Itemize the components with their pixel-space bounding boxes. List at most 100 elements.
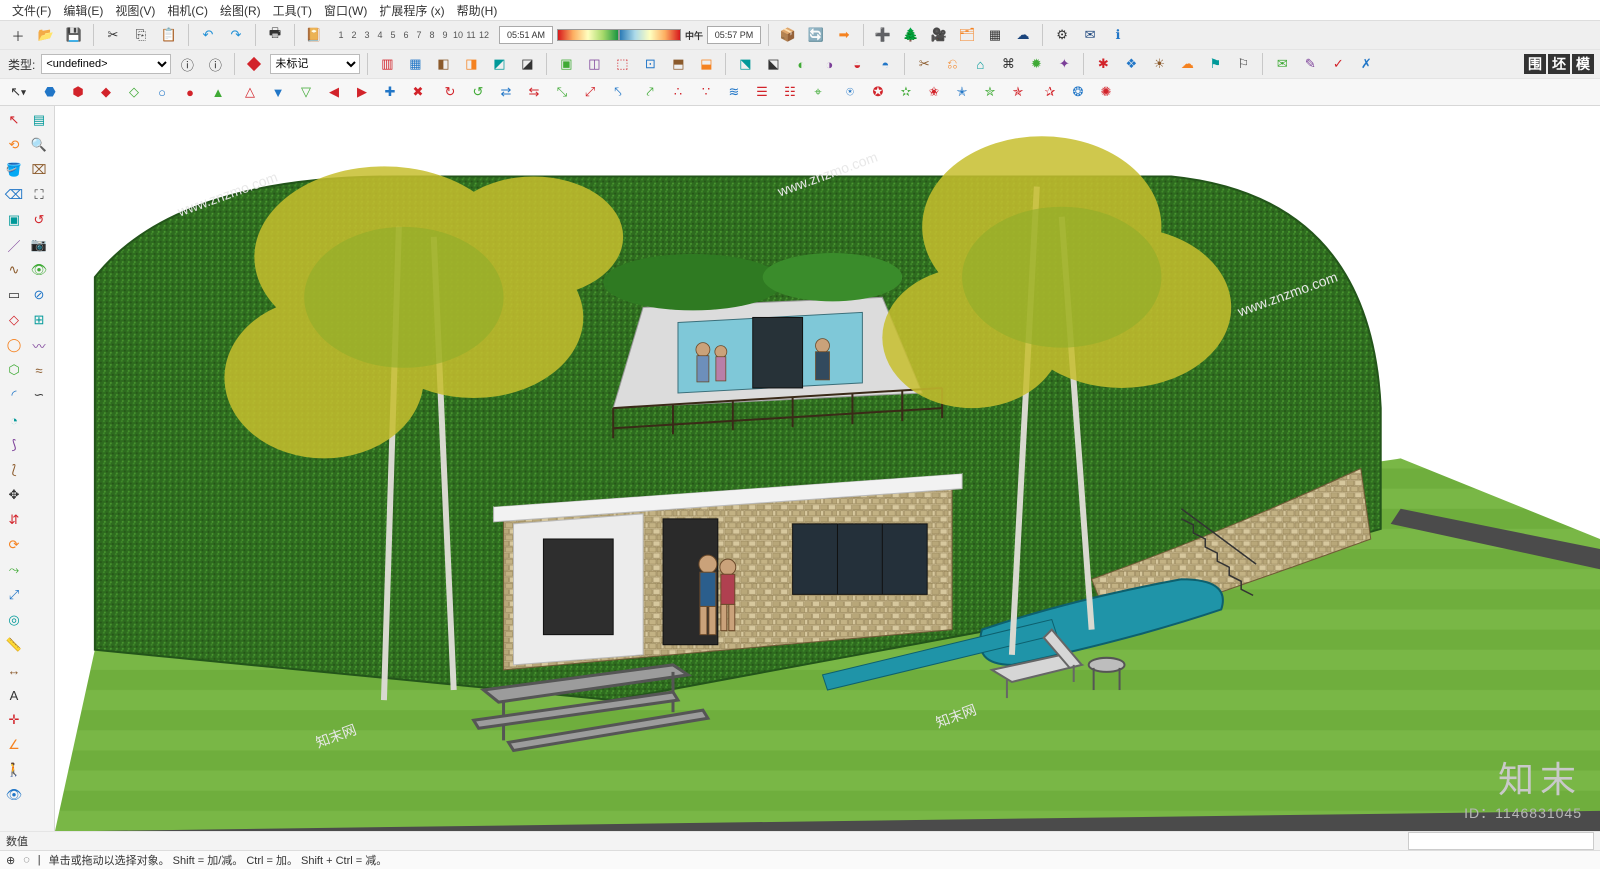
plugin26-icon[interactable]: ☰ [750,80,774,104]
select-icon[interactable]: ↖ [2,108,26,132]
component-icon[interactable]: ▣ [2,208,26,232]
intersect-icon[interactable]: ▣ [554,52,578,76]
ext-mail-icon[interactable]: ✉ [1078,23,1102,47]
axes-icon[interactable]: ✛ [2,708,26,732]
print-icon[interactable]: 🖶 [263,23,287,47]
plugin9-icon[interactable]: ▼ [266,80,290,104]
plugin8-icon[interactable]: △ [238,80,262,104]
plugin30-icon[interactable]: ✪ [866,80,890,104]
eraser-icon[interactable]: ⌫ [2,183,26,207]
plugin6-icon[interactable]: ● [178,80,202,104]
text-icon[interactable]: A [2,683,26,707]
plugin4-icon[interactable]: ◇ [122,80,146,104]
position-camera-icon[interactable]: 📷 [27,233,51,257]
undo-icon[interactable]: ↶ [196,23,220,47]
rotated-rect-icon[interactable]: ◇ [2,308,26,332]
plugin35-icon[interactable]: ✯ [1006,80,1030,104]
sandbox-from-scratch-icon[interactable]: ⚑ [1203,52,1227,76]
plugin7-icon[interactable]: ▲ [206,80,230,104]
section-fill-icon[interactable]: ⎌ [940,52,964,76]
month-scale[interactable]: 123456789101112 [336,30,489,40]
offset-icon[interactable]: ◎ [2,608,26,632]
orbit-icon[interactable]: ⟲ [2,133,26,157]
plugin27-icon[interactable]: ☷ [778,80,802,104]
explode-icon[interactable]: ◨ [459,52,483,76]
type-select[interactable]: <undefined> [41,54,171,74]
sandbox2-icon[interactable]: ≈ [27,358,51,382]
plugin28-icon[interactable]: ⌖ [806,80,830,104]
outer-shell-icon[interactable]: ☀ [1147,52,1171,76]
arc3-icon[interactable]: ⟅ [2,458,26,482]
solid-split-icon[interactable]: ❖ [1119,52,1143,76]
model-info-icon[interactable]: 📔 [302,23,326,47]
status-geo-icon[interactable]: ⊕ [6,854,15,867]
scale-icon[interactable]: ⤢ [2,583,26,607]
plugin24-icon[interactable]: ∵ [694,80,718,104]
tag-color-icon[interactable] [242,52,266,76]
ext-plus-icon[interactable]: ➕ [871,23,895,47]
geo-icon[interactable]: ◐ [789,52,813,76]
shadows-icon[interactable]: ⬚ [610,52,634,76]
move-icon[interactable]: ✥ [2,483,26,507]
plugin18-icon[interactable]: ⇆ [522,80,546,104]
plugin2-icon[interactable]: ⬢ [66,80,90,104]
protractor-icon[interactable]: ∠ [2,733,26,757]
solid-union-icon[interactable]: ⌘ [996,52,1020,76]
plugin33-icon[interactable]: ✭ [950,80,974,104]
solid-subtract-icon[interactable]: ✹ [1024,52,1048,76]
plugin19-icon[interactable]: ⤡ [550,80,574,104]
entity-info-icon[interactable]: ⓘ [175,52,199,76]
export-icon[interactable]: ◒ [845,52,869,76]
plugin34-icon[interactable]: ✮ [978,80,1002,104]
plugin21-icon[interactable]: ⤣ [606,80,630,104]
plugin12-icon[interactable]: ▶ [350,80,374,104]
plugin1-icon[interactable]: ⬣ [38,80,62,104]
group-icon[interactable]: ◧ [431,52,455,76]
arc-icon[interactable]: ◜ [2,383,26,407]
plugin22-icon[interactable]: ⤤ [638,80,662,104]
stamp-icon[interactable]: ✉ [1270,52,1294,76]
smoove-icon[interactable]: ⚐ [1231,52,1255,76]
plugin3-icon[interactable]: ◆ [94,80,118,104]
pushpull-icon[interactable]: ⇵ [2,508,26,532]
paste-icon[interactable]: 📋 [157,23,181,47]
edges-icon[interactable]: ⬒ [666,52,690,76]
layers-icon[interactable]: ▥ [375,52,399,76]
prev-view-icon[interactable]: ↺ [27,208,51,232]
status-user-icon[interactable]: ◌ [23,854,30,866]
menu-view[interactable]: 视图(V) [109,0,161,21]
ext-layer-icon[interactable]: 🗂 [955,23,979,47]
polygon-icon[interactable]: ⬡ [2,358,26,382]
paint-bucket-icon[interactable]: 🪣 [2,158,26,182]
plugin32-icon[interactable]: ✬ [922,80,946,104]
match-photo-icon[interactable]: ⬕ [761,52,785,76]
ext-cam-icon[interactable]: 🎥 [927,23,951,47]
walk-icon[interactable]: 🚶 [2,758,26,782]
model-viewport[interactable]: www.znzmo.com www.znzmo.com www.znzmo.co… [55,106,1600,831]
copy-icon[interactable]: ⎘ [129,23,153,47]
plugin16-icon[interactable]: ↺ [466,80,490,104]
entity-info2-icon[interactable]: ⓘ [203,52,227,76]
plugin31-icon[interactable]: ✫ [894,80,918,104]
profiles-icon[interactable]: ⬓ [694,52,718,76]
endpoints-icon[interactable]: ⬔ [733,52,757,76]
plugin37-icon[interactable]: ❂ [1066,80,1090,104]
import-icon[interactable]: ◑ [817,52,841,76]
cut-icon[interactable]: ✂ [101,23,125,47]
measure-input[interactable] [1408,832,1594,850]
plugin13-icon[interactable]: ✚ [378,80,402,104]
plugin-badge[interactable]: 围坯模 [1524,54,1594,74]
drape-icon[interactable]: ✎ [1298,52,1322,76]
time-gradient[interactable] [557,29,681,41]
solid-trim-icon[interactable]: ✦ [1052,52,1076,76]
line-icon[interactable]: ／ [2,233,26,257]
plugin17-icon[interactable]: ⇄ [494,80,518,104]
select-dropdown-icon[interactable]: ↖▾ [6,80,30,104]
menu-tools[interactable]: 工具(T) [267,0,318,21]
eye-icon[interactable]: 👁 [27,258,51,282]
zoom-extents-icon[interactable]: ⛶ [27,183,51,207]
flip-edge-icon[interactable]: ✗ [1354,52,1378,76]
plugin20-icon[interactable]: ⤢ [578,80,602,104]
menu-extensions[interactable]: 扩展程序 (x) [373,0,450,21]
ext-tree-icon[interactable]: 🌲 [899,23,923,47]
